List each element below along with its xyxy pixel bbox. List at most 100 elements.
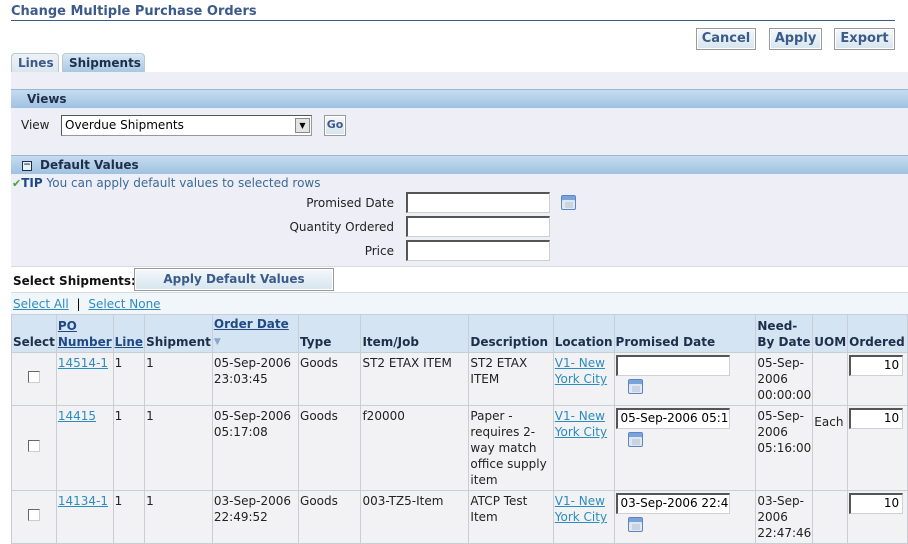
line-cell: 1 xyxy=(112,352,146,406)
order-date-cell: 05-Sep-2006 23:03:45 xyxy=(211,352,300,406)
table-row: 14134-1 1 1 03-Sep-2006 22:49:52 Goods 003-TZ… xyxy=(11,490,908,544)
promised-date-cell: 05-Sep-2006 05:16 xyxy=(613,405,757,491)
ordered-cell: 10 xyxy=(847,490,908,544)
sort-descending-icon[interactable]: ▼ xyxy=(214,337,221,347)
po-number-link[interactable]: 14134-1 xyxy=(58,494,108,508)
promised-date-cell: 03-Sep-2006 22:47 xyxy=(613,490,757,544)
table-row: 14415 1 1 05-Sep-2006 05:17:08 Goods f20000 Pa… xyxy=(11,405,908,491)
need-by-date-cell: 05-Sep-2006 00:00:00 xyxy=(755,352,814,406)
promised-date-input[interactable] xyxy=(615,355,730,376)
location-cell: V1- New York City xyxy=(552,352,615,406)
shipment-cell: 1 xyxy=(144,405,213,491)
po-number-cell: 14514-1 xyxy=(55,352,114,406)
description-cell: ST2 ETAX ITEM xyxy=(468,352,554,406)
location-cell: V1- New York City xyxy=(552,490,615,544)
location-cell: V1- New York City xyxy=(552,405,615,491)
promised-date-label: Promised Date xyxy=(306,196,394,210)
go-button[interactable]: Go xyxy=(324,115,346,136)
view-select[interactable]: Overdue Shipments ▼ xyxy=(61,115,312,136)
calendar-icon[interactable] xyxy=(627,379,643,394)
line-cell: 1 xyxy=(112,490,146,544)
col-ordered: Ordered xyxy=(847,314,908,353)
select-cell xyxy=(11,352,57,406)
collapse-minus-icon[interactable]: − xyxy=(22,160,32,171)
col-line[interactable]: Line xyxy=(112,314,146,353)
col-order-date[interactable]: Order Date ▼ xyxy=(211,314,300,353)
po-number-cell: 14134-1 xyxy=(55,490,114,544)
col-location: Location xyxy=(552,314,615,353)
po-number-link[interactable]: 14415 xyxy=(58,409,96,423)
tip-line: ✔TIP You can apply default values to sel… xyxy=(12,176,321,190)
col-shipment: Shipment xyxy=(144,314,213,353)
calendar-icon[interactable] xyxy=(627,517,643,532)
type-cell: Goods xyxy=(298,490,362,544)
po-number-link[interactable]: 14514-1 xyxy=(58,356,108,370)
shipment-cell: 1 xyxy=(144,490,213,544)
ordered-cell: 10 xyxy=(847,352,908,406)
location-link[interactable]: V1- New York City xyxy=(555,494,607,524)
cancel-button[interactable]: Cancel xyxy=(696,28,756,50)
calendar-icon[interactable] xyxy=(561,195,576,210)
col-need-by-date: Need-By Date xyxy=(755,314,814,353)
apply-default-values-button[interactable]: Apply Default Values xyxy=(134,268,334,291)
need-by-date-cell: 03-Sep-2006 22:47:46 xyxy=(755,490,814,544)
col-promised-date: Promised Date xyxy=(613,314,757,353)
table-header-row: Select PO Number Line Shipment Order Dat… xyxy=(11,314,908,353)
select-all-link[interactable]: Select All xyxy=(13,297,69,311)
apply-button[interactable]: Apply xyxy=(769,28,822,50)
col-po-number[interactable]: PO Number xyxy=(55,314,114,353)
ordered-quantity-input[interactable]: 10 xyxy=(849,408,904,429)
col-uom: UOM xyxy=(812,314,849,353)
need-by-date-cell: 05-Sep-2006 05:16:00 xyxy=(755,405,814,491)
selection-links: Select All | Select None xyxy=(13,297,161,311)
location-link[interactable]: V1- New York City xyxy=(555,356,607,386)
item-job-cell: f20000 xyxy=(360,405,470,491)
location-link[interactable]: V1- New York City xyxy=(555,409,607,439)
ordered-cell: 10 xyxy=(847,405,908,491)
default-price-input[interactable] xyxy=(406,240,550,261)
promised-date-input[interactable]: 05-Sep-2006 05:16 xyxy=(615,408,730,429)
page-title: Change Multiple Purchase Orders xyxy=(11,4,257,19)
price-label: Price xyxy=(364,244,394,258)
uom-cell xyxy=(812,490,849,544)
shipment-cell: 1 xyxy=(144,352,213,406)
row-select-checkbox[interactable] xyxy=(27,509,40,521)
select-cell xyxy=(11,490,57,544)
po-number-cell: 14415 xyxy=(55,405,114,491)
select-none-link[interactable]: Select None xyxy=(88,297,160,311)
calendar-icon[interactable] xyxy=(627,432,643,447)
ordered-quantity-input[interactable]: 10 xyxy=(849,493,904,514)
view-label: View xyxy=(21,118,50,132)
order-date-cell: 03-Sep-2006 22:49:52 xyxy=(211,490,300,544)
ordered-quantity-input[interactable]: 10 xyxy=(849,355,904,376)
row-select-checkbox[interactable] xyxy=(27,440,40,452)
line-cell: 1 xyxy=(112,405,146,491)
col-type: Type xyxy=(298,314,362,353)
type-cell: Goods xyxy=(298,352,362,406)
default-values-title: Default Values xyxy=(40,158,139,172)
tab-lines[interactable]: Lines xyxy=(11,53,59,72)
view-select-value: Overdue Shipments xyxy=(65,118,184,132)
select-cell xyxy=(11,405,57,491)
table-row: 14514-1 1 1 05-Sep-2006 23:03:45 Goods ST2 ET… xyxy=(11,352,908,406)
select-shipments-label: Select Shipments: xyxy=(13,274,136,288)
col-select: Select xyxy=(11,314,57,353)
title-divider xyxy=(11,20,895,21)
description-cell: ATCP Test Item xyxy=(468,490,554,544)
promised-date-cell xyxy=(613,352,757,406)
default-quantity-ordered-input[interactable] xyxy=(406,216,550,237)
type-cell: Goods xyxy=(298,405,362,491)
link-separator: | xyxy=(76,297,81,311)
default-promised-date-input[interactable] xyxy=(406,192,550,213)
export-button[interactable]: Export xyxy=(834,28,895,50)
uom-cell: Each xyxy=(812,405,849,491)
quantity-ordered-label: Quantity Ordered xyxy=(289,220,394,234)
tip-label: TIP xyxy=(21,176,43,190)
uom-cell xyxy=(812,352,849,406)
checkmark-icon: ✔ xyxy=(12,177,22,190)
description-cell: Paper - requires 2-way match office supp… xyxy=(468,405,554,491)
promised-date-input[interactable]: 03-Sep-2006 22:47 xyxy=(615,493,730,514)
tab-shipments[interactable]: Shipments xyxy=(62,53,145,72)
chevron-down-icon[interactable]: ▼ xyxy=(295,118,310,133)
row-select-checkbox[interactable] xyxy=(27,371,40,383)
